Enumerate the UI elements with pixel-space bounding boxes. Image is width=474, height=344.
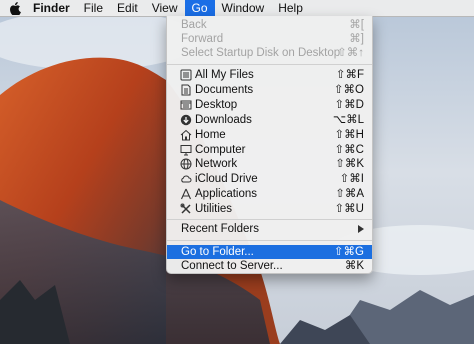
go-menu: Back ⌘[ Forward ⌘] Select Startup Disk o… [166,16,373,274]
menubar-item-edit[interactable]: Edit [110,0,145,16]
menu-item-applications[interactable]: Applications ⇧⌘A [167,187,372,201]
submenu-arrow-icon [358,225,364,233]
menu-item-shortcut: ⇧⌘U [334,203,364,215]
menu-item-shortcut: ⇧⌘A [335,188,364,200]
menu-item-shortcut: ⌥⌘L [332,114,364,126]
menu-item-label: All My Files [195,69,254,81]
computer-icon [180,145,192,156]
menu-item-icloud-drive[interactable]: iCloud Drive ⇧⌘I [167,172,372,186]
menu-item-forward[interactable]: Forward ⌘] [167,32,372,46]
apple-menu-button[interactable] [0,0,30,16]
menu-item-label: Documents [195,84,254,96]
menu-item-label: Forward [181,33,224,45]
menu-item-shortcut: ⌘K [344,260,364,272]
menu-item-shortcut: ⇧⌘F [335,69,364,81]
menu-item-shortcut: ⇧⌘↑ [337,47,364,59]
menu-item-label: Go to Folder... [181,246,254,258]
menu-item-home[interactable]: Home ⇧⌘H [167,128,372,142]
documents-icon [181,84,191,96]
menu-item-label: Select Startup Disk on Desktop [181,47,341,59]
menubar-item-file[interactable]: File [77,0,110,16]
menubar-item-window[interactable]: Window [215,0,272,16]
home-icon [180,129,192,141]
menu-separator [167,240,372,241]
menu-item-shortcut: ⇧⌘C [334,144,364,156]
menu-item-label: iCloud Drive [195,173,258,185]
menubar-item-help[interactable]: Help [271,0,310,16]
menu-item-label: Applications [195,188,258,200]
menu-item-label: Connect to Server... [181,260,283,272]
menu-item-label: Network [195,158,238,170]
applications-icon [180,188,192,200]
menu-item-utilities[interactable]: Utilities ⇧⌘U [167,202,372,216]
menu-item-shortcut: ⇧⌘I [339,173,364,185]
menu-item-documents[interactable]: Documents ⇧⌘O [167,83,372,97]
menu-item-label: Recent Folders [181,223,259,235]
menu-item-shortcut: ⇧⌘O [333,84,364,96]
menu-item-label: Computer [195,144,246,156]
apple-logo-icon [9,1,21,15]
menu-item-shortcut: ⇧⌘K [335,158,364,170]
utilities-icon [180,203,191,214]
desktop-icon [180,100,192,110]
menu-item-computer[interactable]: Computer ⇧⌘C [167,143,372,157]
all-my-files-icon [180,69,192,81]
menu-item-label: Back [181,19,207,31]
menu-item-shortcut: ⌘[ [349,19,364,31]
downloads-icon [180,114,192,126]
menu-item-connect-to-server[interactable]: Connect to Server... ⌘K [167,259,372,273]
menu-item-shortcut: ⇧⌘H [334,129,364,141]
menu-item-shortcut: ⇧⌘D [334,99,364,111]
menu-item-label: Home [195,129,226,141]
menu-item-recent-folders[interactable]: Recent Folders [167,222,372,236]
menu-separator [167,219,372,220]
menubar-item-go[interactable]: Go [184,0,215,16]
menu-item-all-my-files[interactable]: All My Files ⇧⌘F [167,68,372,82]
menu-item-shortcut: ⇧⌘G [333,246,364,258]
icloud-icon [181,175,192,183]
menubar-item-view[interactable]: View [145,0,185,16]
menu-item-select-startup-disk[interactable]: Select Startup Disk on Desktop ⇧⌘↑ [167,46,372,60]
menu-item-label: Desktop [195,99,238,111]
network-icon [180,158,192,170]
menu-item-go-to-folder[interactable]: Go to Folder... ⇧⌘G [167,245,372,259]
menu-separator [167,64,372,65]
menu-item-label: Utilities [195,203,233,215]
menu-item-network[interactable]: Network ⇧⌘K [167,157,372,171]
menu-item-shortcut: ⌘] [349,33,364,45]
menubar-item-finder[interactable]: Finder [30,0,77,16]
menu-item-downloads[interactable]: Downloads ⌥⌘L [167,113,372,127]
menu-bar: Finder File Edit View Go Window Help [0,0,474,17]
menu-item-label: Downloads [195,114,252,126]
menu-item-desktop[interactable]: Desktop ⇧⌘D [167,98,372,112]
menu-item-back[interactable]: Back ⌘[ [167,18,372,32]
